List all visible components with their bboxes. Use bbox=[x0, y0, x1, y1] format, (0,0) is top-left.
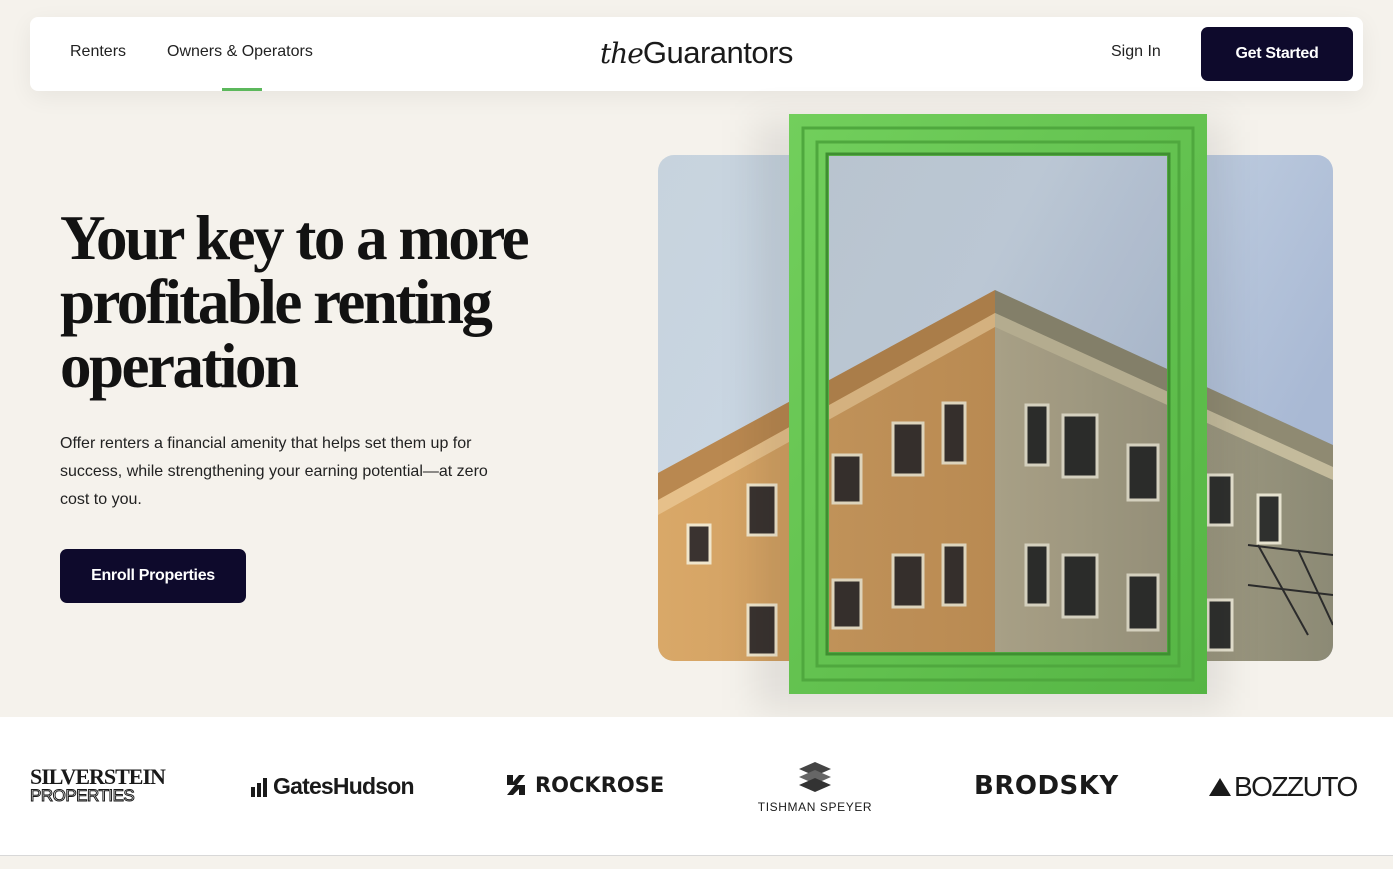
bozzuto-text: BOZZUTO bbox=[1234, 771, 1358, 802]
partner-logos-strip: SILVERSTEIN PROPERTIES GatesHudson ROCKR… bbox=[0, 717, 1393, 856]
nav-link-owners-operators[interactable]: Owners & Operators bbox=[167, 43, 313, 61]
sign-in-link[interactable]: Sign In bbox=[1111, 43, 1161, 61]
tishman-speyer-text: TISHMAN SPEYER bbox=[757, 800, 873, 814]
gates-hudson-logo: GatesHudson bbox=[250, 773, 415, 800]
silverstein-properties-logo: SILVERSTEIN PROPERTIES bbox=[30, 764, 166, 805]
logo-prefix: the bbox=[600, 37, 644, 70]
hero-title: Your key to a more profitable renting op… bbox=[60, 203, 530, 401]
rockrose-logo: ROCKROSE bbox=[505, 773, 664, 797]
top-navigation: Renters Owners & Operators theGuarantors… bbox=[30, 17, 1363, 91]
gates-hudson-bars-icon bbox=[251, 777, 267, 797]
rockrose-text: ROCKROSE bbox=[535, 773, 665, 797]
brodsky-logo: BRODSKY bbox=[974, 771, 1119, 801]
rockrose-mark-icon bbox=[507, 775, 525, 795]
gates-hudson-text: GatesHudson bbox=[273, 773, 415, 799]
silverstein-text: SILVERSTEIN bbox=[30, 764, 166, 789]
site-logo[interactable]: theGuarantors bbox=[600, 35, 793, 71]
hero-subtitle: Offer renters a financial amenity that h… bbox=[60, 435, 488, 508]
tishman-cube-icon bbox=[799, 762, 831, 792]
green-frame bbox=[789, 114, 1207, 694]
enroll-properties-button[interactable]: Enroll Properties bbox=[60, 549, 246, 603]
active-nav-indicator bbox=[222, 88, 262, 91]
bozzuto-logo: BOZZUTO bbox=[1208, 771, 1358, 803]
get-started-button[interactable]: Get Started bbox=[1201, 27, 1353, 81]
bozzuto-triangle-icon bbox=[1209, 778, 1231, 796]
nav-link-renters[interactable]: Renters bbox=[70, 43, 126, 61]
tishman-speyer-logo: TISHMAN SPEYER bbox=[756, 761, 874, 814]
properties-text: PROPERTIES bbox=[30, 786, 136, 805]
logo-brand: Guarantors bbox=[642, 35, 794, 70]
